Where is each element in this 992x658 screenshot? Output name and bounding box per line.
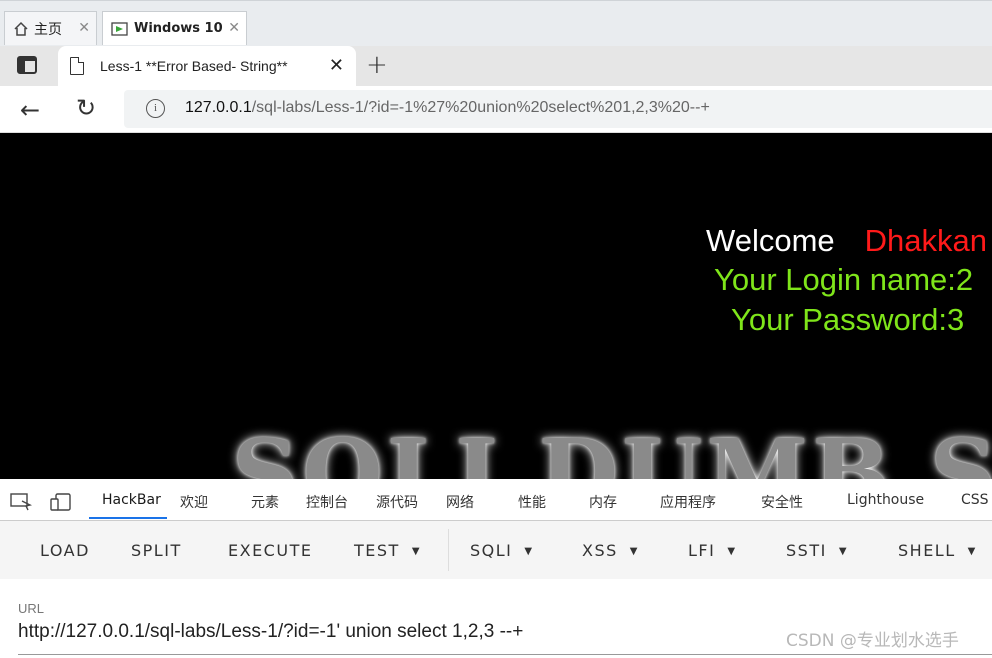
vm-tab-home-label: 主页	[34, 21, 62, 38]
tab-security[interactable]: 安全性	[761, 492, 803, 512]
execute-button[interactable]: EXECUTE	[228, 541, 312, 560]
xss-label: XSS	[582, 541, 618, 560]
tab-network[interactable]: 网络	[446, 492, 474, 512]
vm-icon	[111, 21, 128, 36]
active-tab-indicator	[89, 517, 167, 519]
caret-down-icon: ▼	[727, 546, 737, 557]
inspect-element-icon[interactable]	[10, 493, 32, 511]
lfi-label: LFI	[688, 541, 716, 560]
url-field-underline	[18, 654, 992, 655]
new-tab-icon[interactable]: +	[366, 50, 388, 80]
hackbar-url-area: URL http://127.0.0.1/sql-labs/Less-1/?id…	[0, 579, 992, 658]
sqli-dumb-logo: SQLI DUMB S	[232, 419, 992, 479]
tab-sources[interactable]: 源代码	[376, 492, 418, 512]
ssti-label: SSTI	[786, 541, 827, 560]
url-field[interactable]: http://127.0.0.1/sql-labs/Less-1/?id=-1'…	[18, 621, 523, 643]
url-path: /sql-labs/Less-1/?id=-1%27%20union%20sel…	[251, 99, 710, 116]
browser-tab-bar: Less-1 **Error Based- String** ✕ +	[0, 46, 992, 86]
shell-button[interactable]: SHELL ▼	[898, 541, 977, 560]
test-button[interactable]: TEST ▼	[354, 541, 421, 560]
browser-tab-active[interactable]: Less-1 **Error Based- String** ✕	[58, 46, 356, 86]
shell-label: SHELL	[898, 541, 956, 560]
vm-tab-strip: 主页 ✕ Windows 10 ✕	[0, 0, 992, 46]
page-icon	[70, 57, 84, 75]
vm-tab-home[interactable]: 主页 ✕	[4, 11, 97, 45]
tab-css[interactable]: CSS	[961, 492, 989, 508]
devtools-tab-bar: HackBar 欢迎 元素 控制台 源代码 网络 性能 内存 应用程序 安全性 …	[0, 479, 992, 521]
tab-welcome[interactable]: 欢迎	[180, 492, 208, 512]
caret-down-icon: ▼	[524, 546, 534, 557]
login-name-text: Your Login name:2	[714, 262, 974, 297]
sqli-button[interactable]: SQLI ▼	[470, 541, 534, 560]
lfi-button[interactable]: LFI ▼	[688, 541, 737, 560]
caret-down-icon: ▼	[967, 546, 977, 557]
sqli-label: SQLI	[470, 541, 513, 560]
tab-console[interactable]: 控制台	[306, 492, 348, 512]
load-button[interactable]: LOAD	[40, 541, 90, 560]
info-icon[interactable]: i	[146, 99, 165, 118]
tab-actions-icon[interactable]	[17, 56, 37, 74]
test-label: TEST	[354, 541, 400, 560]
close-icon[interactable]: ✕	[78, 20, 90, 36]
hackbar-toolbar: LOAD SPLIT EXECUTE TEST ▼ SQLI ▼ XSS ▼ LFI ▼…	[0, 521, 992, 579]
tab-hackbar[interactable]: HackBar	[102, 492, 161, 508]
split-button[interactable]: SPLIT	[131, 541, 182, 560]
ssti-button[interactable]: SSTI ▼	[786, 541, 848, 560]
url-host: 127.0.0.1	[185, 99, 252, 116]
address-url[interactable]: 127.0.0.1/sql-labs/Less-1/?id=-1%27%20un…	[185, 99, 710, 117]
tab-elements[interactable]: 元素	[251, 492, 279, 512]
toolbar-divider	[448, 529, 449, 571]
back-arrow-icon[interactable]: ←	[20, 96, 40, 124]
reload-icon[interactable]: ↻	[76, 94, 96, 122]
vm-tab-windows[interactable]: Windows 10 ✕	[102, 11, 247, 45]
close-tab-icon[interactable]: ✕	[329, 55, 344, 76]
close-icon[interactable]: ✕	[228, 20, 240, 36]
caret-down-icon: ▼	[629, 546, 639, 557]
caret-down-icon: ▼	[411, 546, 422, 557]
tab-lighthouse[interactable]: Lighthouse	[847, 492, 924, 508]
welcome-text: Welcome	[706, 223, 835, 258]
user-name: Dhakkan	[864, 223, 987, 258]
tab-performance[interactable]: 性能	[518, 492, 546, 512]
vm-tab-windows-label: Windows 10	[134, 21, 223, 36]
password-text: Your Password:3	[731, 302, 965, 337]
welcome-line: Welcome Dhakkan	[706, 223, 987, 259]
address-row: ← ↻ i 127.0.0.1/sql-labs/Less-1/?id=-1%2…	[0, 86, 992, 133]
home-icon	[14, 21, 28, 36]
xss-button[interactable]: XSS ▼	[582, 541, 639, 560]
device-toggle-icon[interactable]	[50, 493, 72, 511]
caret-down-icon: ▼	[838, 546, 849, 557]
browser-tab-title: Less-1 **Error Based- String**	[100, 58, 288, 74]
page-viewport: Welcome Dhakkan Your Login name:2 Your Pa…	[0, 133, 992, 479]
tab-memory[interactable]: 内存	[589, 492, 617, 512]
url-field-label: URL	[18, 601, 45, 616]
watermark: CSDN @专业划水选手	[786, 631, 959, 651]
tab-application[interactable]: 应用程序	[660, 492, 716, 512]
